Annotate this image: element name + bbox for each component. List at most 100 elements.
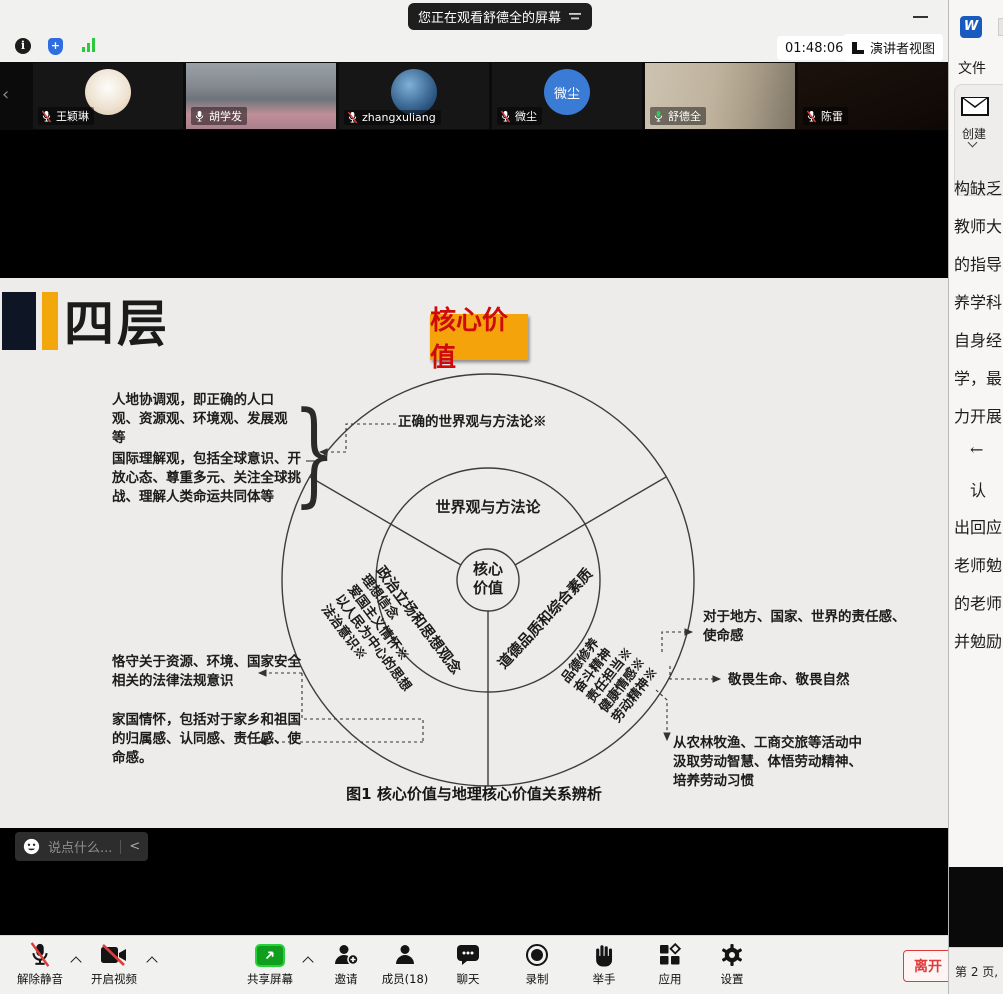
participant-name: 王颖琳 [56,108,89,124]
meeting-info-icon[interactable]: i [15,38,31,54]
doc-line: 自身经 [954,327,1003,351]
camera-off-icon [100,944,128,966]
chat-collapse-arrow[interactable]: < [129,839,140,854]
doc-line: 认 [954,477,1003,501]
word-status-bar: 第 2 页, [949,947,1003,994]
participant-tile[interactable]: 陈雷 [798,63,948,129]
leave-meeting-button[interactable]: 离开 [903,950,953,982]
share-options-chevron[interactable] [302,956,313,967]
doc-line: ← [954,440,1003,459]
doc-line: 并勉励 [954,628,1003,652]
mic-speaking-icon [653,110,664,123]
doc-line: 力开展 [954,403,1003,427]
banner-menu-icon [569,12,582,22]
doc-line: 学，最 [954,365,1003,389]
sector-label-top: 世界观与方法论 [428,498,548,517]
annotation-left-top-1: 人地协调观，即正确的人口观、资源观、环境观、发展观等 [112,391,294,448]
doc-line: 养学科 [954,289,1003,313]
participant-name: 胡学发 [209,108,242,124]
chat-quick-input[interactable]: 说点什么... < [15,832,148,861]
doc-line: 的指导 [954,251,1003,275]
participant-name: zhangxuliang [362,111,436,124]
screen-watch-label: 您正在观看舒德全的屏幕 [418,7,561,26]
participant-tile[interactable]: 王颖琳 [33,63,183,129]
mic-muted-icon [806,110,817,123]
video-options-chevron[interactable] [146,956,157,967]
annotation-left-bottom-1: 恪守关于资源、环境、国家安全相关的法律法规意识 [112,653,302,691]
meeting-window: 您正在观看舒德全的屏幕 i + 01:48:06 演讲者视图 [0,0,948,994]
meeting-toolbar: 解除静音 开启视频 共享屏幕 邀请 成员(18) [0,935,948,994]
word-window-partial: W 文件 创建 构缺乏 教师大 的指导 养学科 自身经 学，最 力开展 ← 认 … [948,0,1003,994]
participant-name: 微尘 [515,108,537,124]
core-values-highlight: 核心价值 [430,314,528,360]
shared-screen-letterbox-top [0,130,948,278]
screenshot-root: 您正在观看舒德全的屏幕 i + 01:48:06 演讲者视图 [0,0,1003,994]
apps-button[interactable]: 应用 [638,942,702,987]
participant-name: 陈雷 [821,108,843,124]
mute-options-chevron[interactable] [70,956,81,967]
annotation-top: 正确的世界观与方法论※ [398,413,648,432]
layout-view-icon [851,41,865,55]
mic-muted-icon [500,110,511,123]
figure-caption: 图1 核心价值与地理核心价值关系辨析 [0,783,948,804]
avatar: 微尘 [544,69,590,115]
record-icon [525,943,549,967]
raise-hand-button[interactable]: 举手 [572,942,636,987]
mic-on-icon [194,110,205,123]
meeting-timer: 01:48:06 [777,36,851,60]
doc-line: 教师大 [954,213,1003,237]
annotation-right-2: 敬畏生命、敬畏自然 [728,671,908,690]
share-screen-button[interactable]: 共享屏幕 [238,942,302,987]
invite-person-icon [333,943,359,967]
word-app-icon[interactable]: W [960,16,982,38]
unmute-button[interactable]: 解除静音 [8,942,72,987]
page-indicator: 第 2 页, [955,963,998,980]
members-button[interactable]: 成员(18) [373,942,437,987]
divider [120,840,121,854]
record-button[interactable]: 录制 [505,942,569,987]
invite-button[interactable]: 邀请 [314,942,378,987]
share-screen-icon [255,944,285,967]
network-signal-icon [82,38,95,52]
envelope-icon [961,97,989,116]
mic-muted-icon [347,111,358,124]
annotation-left-top-2: 国际理解观，包括全球意识、开放心态、尊重多元、关注全球挑战、理解人类命运共同体等 [112,450,304,507]
gear-icon [720,943,744,967]
doc-line: 老师勉 [954,552,1003,576]
minimize-button[interactable] [913,16,928,18]
diagram-center-label: 核心 价值 [458,560,518,598]
participant-tile[interactable]: zhangxuliang [339,63,489,129]
title-accent-navy [2,292,36,350]
title-accent-orange [42,292,58,350]
chat-placeholder[interactable]: 说点什么... [48,837,112,856]
doc-line: 的老师 [954,590,1003,614]
doc-line: 构缺乏 [954,175,1003,199]
apps-grid-icon [658,943,682,967]
mic-muted-icon [28,942,52,968]
settings-button[interactable]: 设置 [700,942,764,987]
participant-name: 舒德全 [668,108,701,124]
participants-scroll-left[interactable]: ‹ [2,84,9,105]
emoji-icon[interactable] [23,838,40,855]
word-file-menu[interactable]: 文件 [958,58,986,78]
doc-line: 出回应 [954,514,1003,538]
speaker-view-button[interactable]: 演讲者视图 [843,34,943,61]
word-dark-region [949,867,1003,947]
cropped-toolbar-icon [998,18,1003,36]
screen-watch-banner[interactable]: 您正在观看舒德全的屏幕 [408,3,592,30]
participant-tile-active-speaker[interactable]: 舒德全 [645,63,795,129]
participants-strip: ‹ 王颖琳 胡学发 zhangxuliang 微尘 微尘 [0,62,948,130]
security-shield-icon[interactable]: + [48,38,63,55]
avatar [391,69,437,115]
participant-tile[interactable]: 微尘 微尘 [492,63,642,129]
raised-hand-icon [593,943,615,967]
slide-section-title: 四层 [64,284,170,356]
shared-slide: 四层 核心价值 } 人地协调观，即正确的人口观、资源观、环境观、发展观等 国际理… [0,278,948,828]
meeting-topbar: 您正在观看舒德全的屏幕 i + 01:48:06 演讲者视图 [0,0,948,62]
start-video-button[interactable]: 开启视频 [82,942,146,987]
chat-button[interactable]: 聊天 [436,942,500,987]
mic-muted-icon [41,110,52,123]
annotation-right-1: 对于地方、国家、世界的责任感、使命感 [703,608,908,646]
annotation-left-bottom-2: 家国情怀，包括对于家乡和祖国的归属感、认同感、责任感、使命感。 [112,711,312,768]
participant-tile[interactable]: 胡学发 [186,63,336,129]
